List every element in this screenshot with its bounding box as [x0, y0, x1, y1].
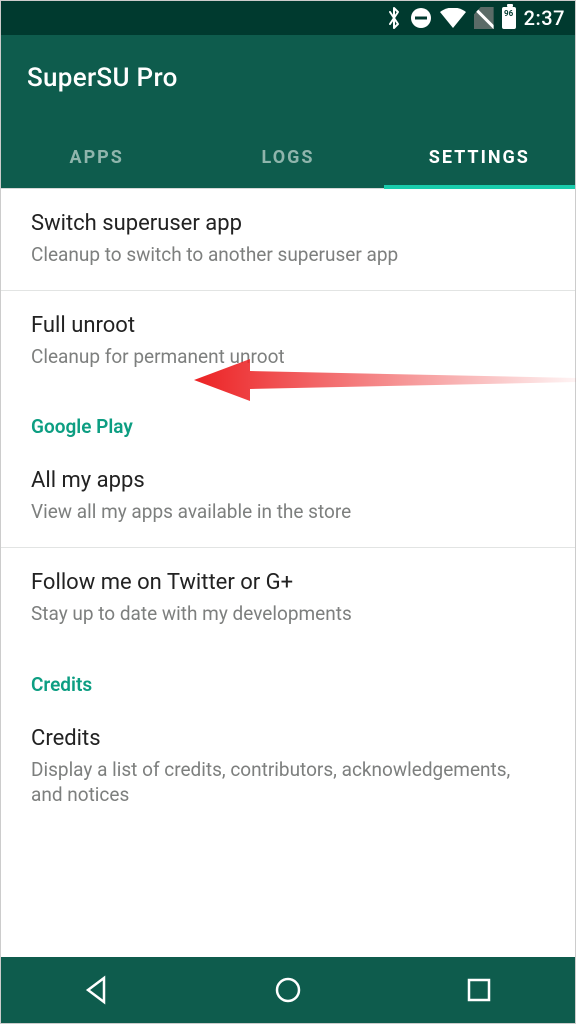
tab-bar: APPS LOGS SETTINGS [1, 127, 575, 189]
item-title: Follow me on Twitter or G+ [31, 570, 545, 595]
bluetooth-icon [386, 6, 402, 30]
item-subtitle: Display a list of credits, contributors,… [31, 757, 545, 808]
item-title: Full unroot [31, 313, 545, 338]
tab-apps[interactable]: APPS [1, 127, 192, 188]
battery-icon: 96 [502, 7, 516, 29]
nav-home-button[interactable] [253, 965, 323, 1015]
nav-bar [1, 957, 575, 1023]
item-title: All my apps [31, 468, 545, 493]
item-full-unroot[interactable]: Full unroot Cleanup for permanent unroot [1, 291, 575, 390]
dnd-icon [410, 7, 432, 29]
item-subtitle: Cleanup to switch to another superuser a… [31, 242, 545, 268]
item-credits[interactable]: Credits Display a list of credits, contr… [1, 704, 575, 830]
status-bar: 96 2:37 [1, 1, 575, 35]
app-title: SuperSU Pro [1, 35, 575, 127]
nav-back-button[interactable] [62, 965, 132, 1015]
tab-logs[interactable]: LOGS [192, 127, 383, 188]
wifi-icon [440, 8, 466, 28]
section-credits: Credits [1, 647, 575, 704]
battery-percent: 96 [504, 9, 514, 18]
item-all-my-apps[interactable]: All my apps View all my apps available i… [1, 446, 575, 548]
item-subtitle: Stay up to date with my developments [31, 601, 545, 627]
item-follow[interactable]: Follow me on Twitter or G+ Stay up to da… [1, 548, 575, 647]
section-google-play: Google Play [1, 389, 575, 446]
settings-list: Switch superuser app Cleanup to switch t… [1, 189, 575, 830]
app-bar: SuperSU Pro APPS LOGS SETTINGS [1, 35, 575, 189]
item-title: Credits [31, 726, 545, 751]
item-subtitle: Cleanup for permanent unroot [31, 344, 545, 370]
item-switch-superuser[interactable]: Switch superuser app Cleanup to switch t… [1, 189, 575, 291]
nav-recent-button[interactable] [444, 965, 514, 1015]
no-sim-icon [474, 7, 494, 29]
item-subtitle: View all my apps available in the store [31, 499, 545, 525]
tab-settings[interactable]: SETTINGS [384, 127, 575, 188]
status-clock: 2:37 [524, 6, 565, 30]
item-title: Switch superuser app [31, 211, 545, 236]
